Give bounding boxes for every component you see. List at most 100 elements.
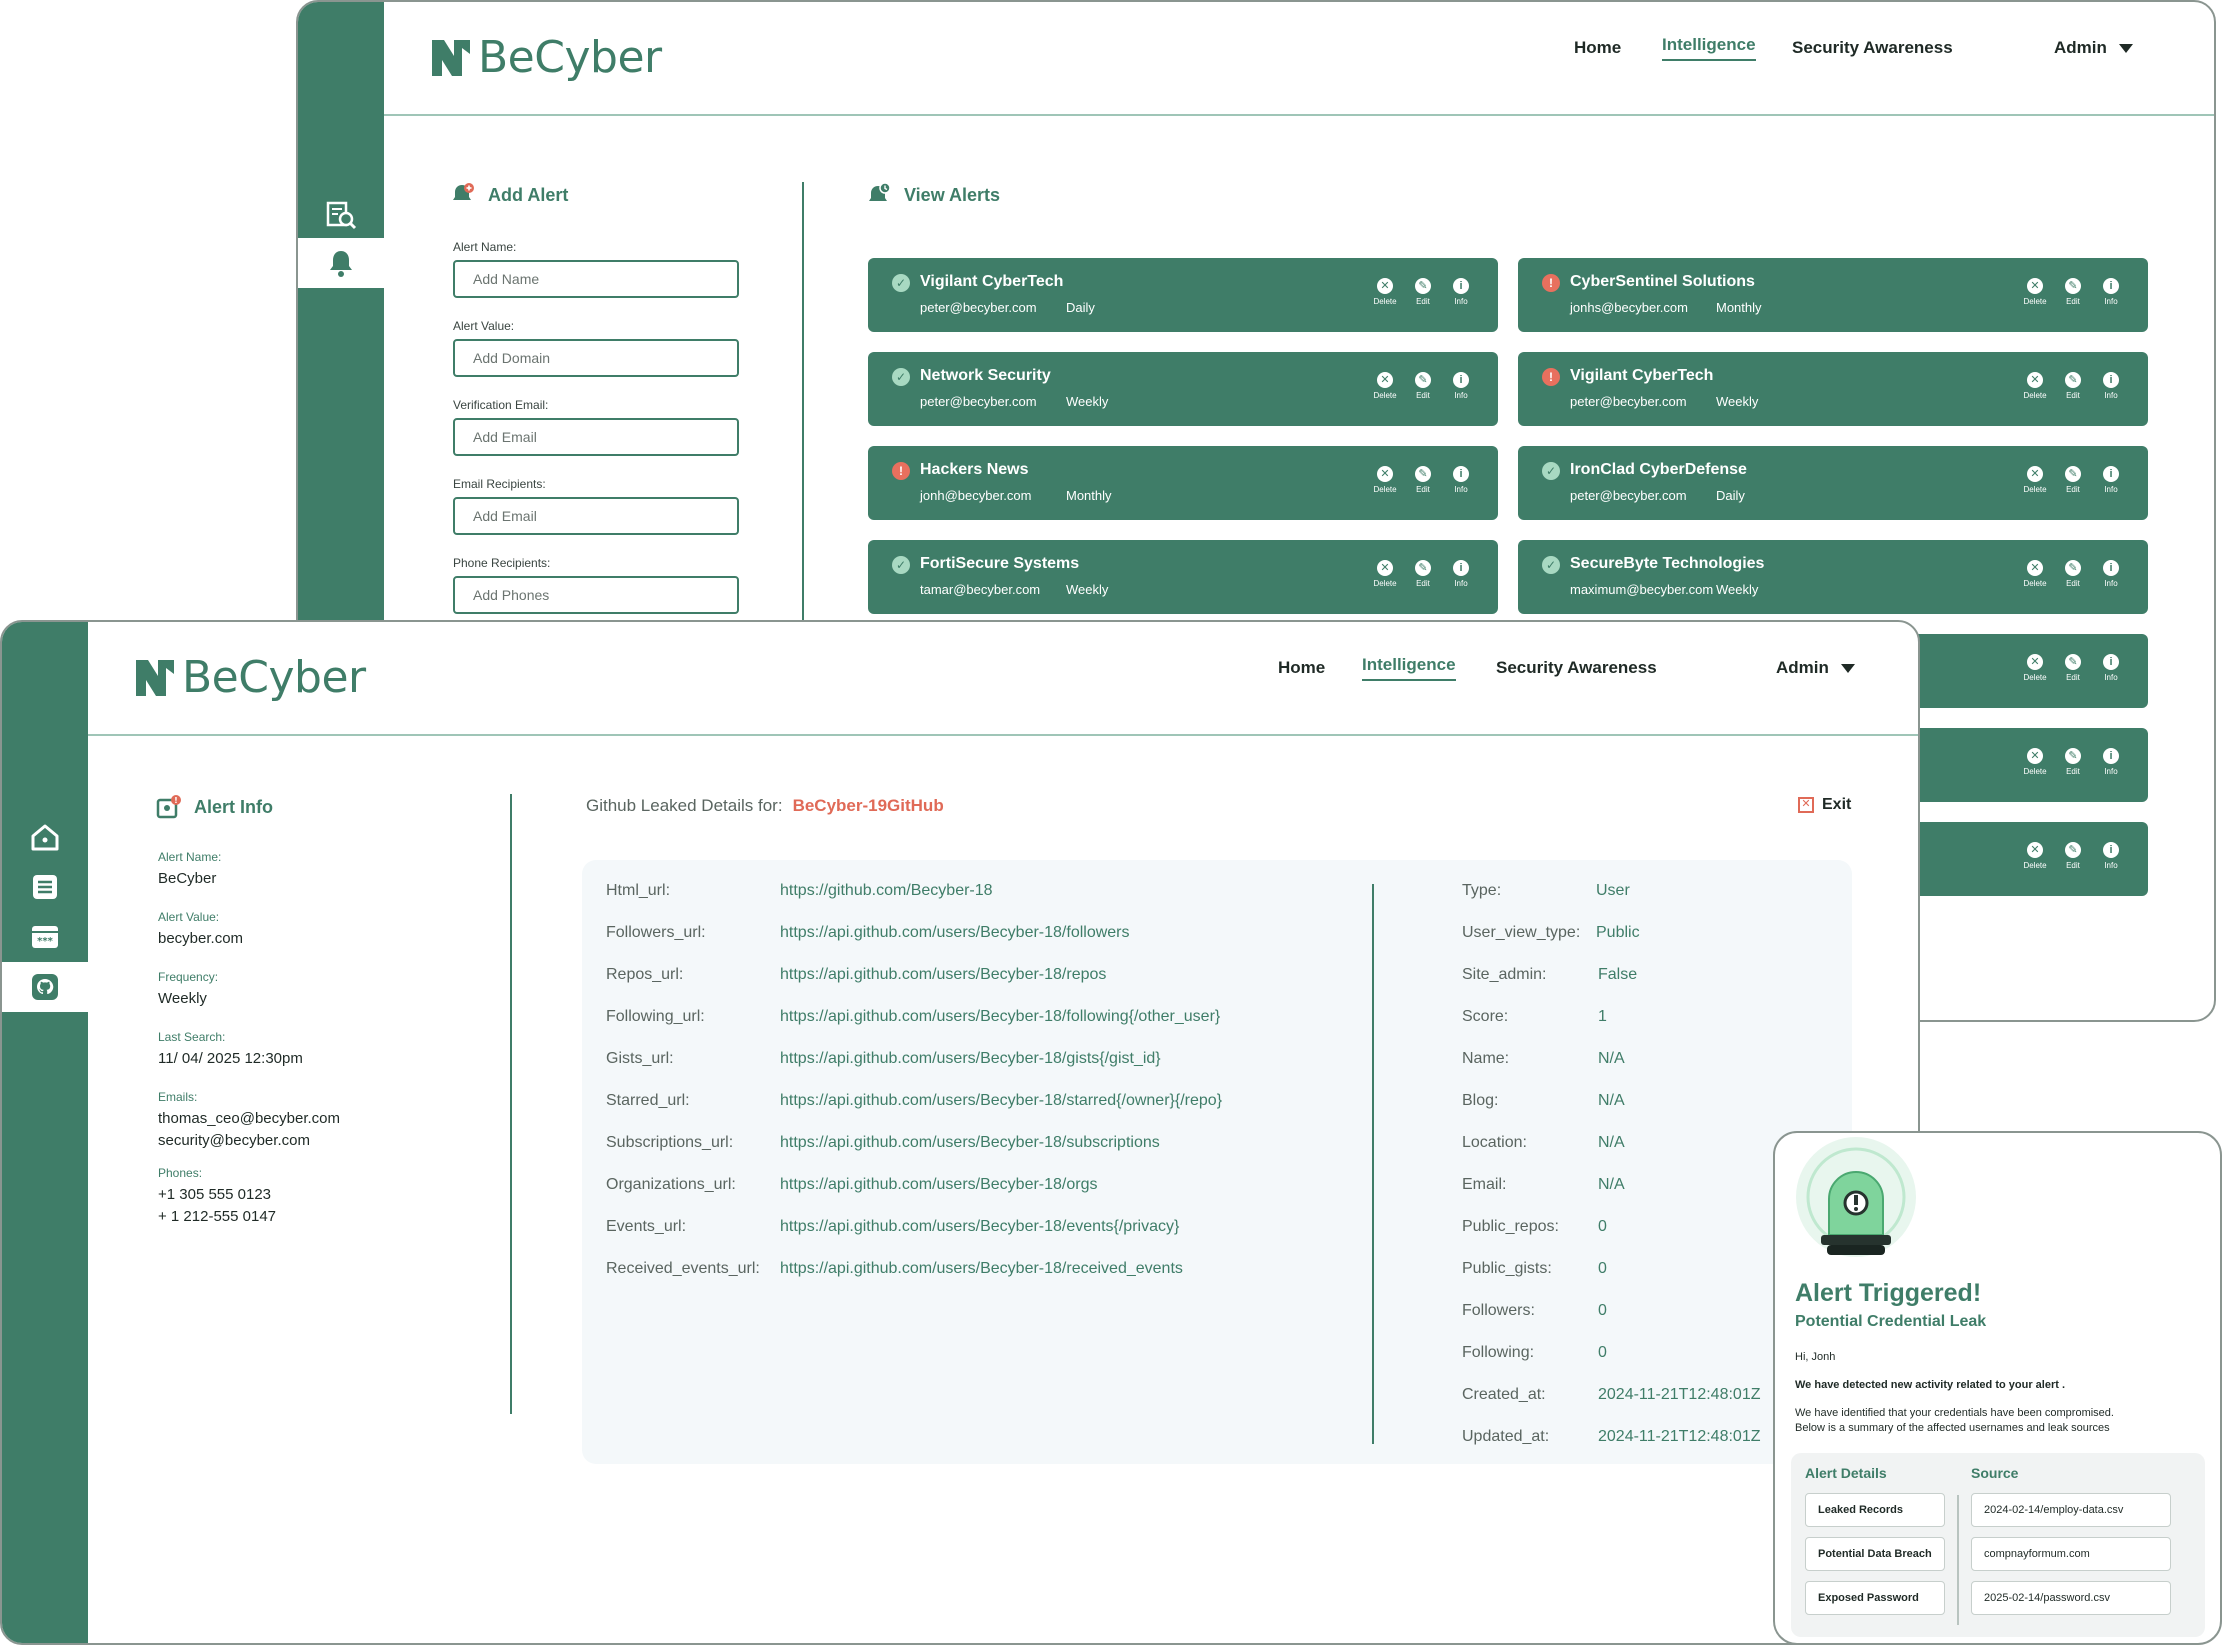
github-url-link[interactable]: https://api.github.com/users/Becyber-18/…	[780, 1008, 1220, 1026]
nav-intelligence[interactable]: Intelligence	[1662, 35, 1756, 61]
pencil-icon: ✎	[2065, 372, 2081, 388]
edit-button[interactable]: ✎ Edit	[2060, 466, 2086, 494]
alert-card[interactable]: ✓ IronClad CyberDefense peter@becyber.co…	[1518, 446, 2148, 520]
delete-button[interactable]: ✕ Delete	[1372, 466, 1398, 494]
github-url-link[interactable]: https://api.github.com/users/Becyber-18/…	[780, 1134, 1160, 1152]
verification-email-input[interactable]	[453, 418, 739, 456]
frequency-value: Weekly	[158, 990, 207, 1007]
info-button[interactable]: i Info	[1448, 278, 1474, 306]
info-button[interactable]: i Info	[2098, 842, 2124, 870]
delete-button[interactable]: ✕ Delete	[2022, 748, 2048, 776]
edit-label: Edit	[2066, 673, 2080, 682]
bell-clock-icon	[869, 182, 891, 201]
info-button[interactable]: i Info	[2098, 372, 2124, 400]
sidebar-item-passwords[interactable]: ***	[2, 912, 88, 962]
alert-card[interactable]: ! CyberSentinel Solutions jonhs@becyber.…	[1518, 258, 2148, 332]
github-url-link[interactable]: https://api.github.com/users/Becyber-18/…	[780, 1050, 1161, 1068]
delete-button[interactable]: ✕ Delete	[2022, 560, 2048, 588]
alert-card-email: peter@becyber.com	[920, 394, 1037, 409]
sidebar-item-github[interactable]	[2, 962, 88, 1012]
nav-admin-dropdown[interactable]: Admin	[1776, 658, 1855, 678]
delete-button[interactable]: ✕ Delete	[2022, 654, 2048, 682]
alert-card[interactable]: ! Hackers News jonh@becyber.com Monthly …	[868, 446, 1498, 520]
github-url-link[interactable]: https://api.github.com/users/Becyber-18/…	[780, 1260, 1183, 1278]
edit-button[interactable]: ✎ Edit	[2060, 654, 2086, 682]
nav-admin-dropdown[interactable]: Admin	[2054, 38, 2133, 58]
alert-card-actions: ✕ Delete ✎ Edit i Info	[2022, 654, 2124, 682]
info-button[interactable]: i Info	[2098, 748, 2124, 776]
sidebar-item-search[interactable]	[298, 190, 384, 240]
github-icon	[32, 974, 58, 1000]
alert-card-actions: ✕ Delete ✎ Edit i Info	[2022, 748, 2124, 776]
info-button[interactable]: i Info	[2098, 466, 2124, 494]
logo-text: BeCyber	[478, 32, 662, 83]
alert-card[interactable]: ✓ SecureByte Technologies maximum@becybe…	[1518, 540, 2148, 614]
info-button[interactable]: i Info	[1448, 560, 1474, 588]
edit-button[interactable]: ✎ Edit	[1410, 372, 1436, 400]
github-field-label: Organizations_url:	[606, 1176, 736, 1193]
source-pill: 2025-02-14/password.csv	[1971, 1581, 2171, 1615]
github-field-label: Followers_url:	[606, 924, 706, 941]
nav-home[interactable]: Home	[1278, 658, 1325, 678]
github-url-link[interactable]: https://github.com/Becyber-18	[780, 882, 993, 900]
alert-card-actions: ✕ Delete ✎ Edit i Info	[2022, 278, 2124, 306]
delete-button[interactable]: ✕ Delete	[1372, 278, 1398, 306]
sidebar-item-home[interactable]	[2, 812, 88, 862]
edit-button[interactable]: ✎ Edit	[2060, 278, 2086, 306]
github-url-link[interactable]: https://api.github.com/users/Becyber-18/…	[780, 924, 1130, 942]
github-url-link[interactable]: https://api.github.com/users/Becyber-18/…	[780, 1092, 1222, 1110]
edit-button[interactable]: ✎ Edit	[1410, 466, 1436, 494]
popup-greeting: Hi, Jonh	[1795, 1351, 1836, 1363]
nav-intelligence[interactable]: Intelligence	[1362, 655, 1456, 681]
sidebar-item-list[interactable]	[2, 862, 88, 912]
logo[interactable]: BeCyber	[136, 652, 366, 703]
info-button[interactable]: i Info	[2098, 560, 2124, 588]
alert-value-value: becyber.com	[158, 930, 244, 947]
logo[interactable]: BeCyber	[432, 32, 662, 83]
delete-button[interactable]: ✕ Delete	[2022, 842, 2048, 870]
alert-card[interactable]: ! Vigilant CyberTech peter@becyber.com W…	[1518, 352, 2148, 426]
github-url-link[interactable]: https://api.github.com/users/Becyber-18/…	[780, 1176, 1098, 1194]
github-url-link[interactable]: https://api.github.com/users/Becyber-18/…	[780, 966, 1106, 984]
top-nav-bar: BeCyber Home Intelligence Security Aware…	[88, 622, 1918, 736]
edit-button[interactable]: ✎ Edit	[2060, 560, 2086, 588]
delete-button[interactable]: ✕ Delete	[1372, 560, 1398, 588]
alert-card-name: CyberSentinel Solutions	[1570, 273, 1755, 290]
email-recipients-input[interactable]	[453, 497, 739, 535]
phone-recipients-input[interactable]	[453, 576, 739, 614]
edit-button[interactable]: ✎ Edit	[1410, 278, 1436, 306]
edit-button[interactable]: ✎ Edit	[2060, 372, 2086, 400]
nav-security-awareness[interactable]: Security Awareness	[1792, 38, 1953, 58]
alert-card[interactable]: ✓ FortiSecure Systems tamar@becyber.com …	[868, 540, 1498, 614]
info-button[interactable]: i Info	[2098, 654, 2124, 682]
github-url-link[interactable]: https://api.github.com/users/Becyber-18/…	[780, 1218, 1179, 1236]
check-circle-icon: ✓	[892, 274, 910, 292]
delete-button[interactable]: ✕ Delete	[2022, 466, 2048, 494]
logo-text: BeCyber	[182, 652, 366, 703]
exit-button[interactable]: ✕ Exit	[1798, 796, 1851, 814]
nav-home[interactable]: Home	[1574, 38, 1621, 58]
delete-button[interactable]: ✕ Delete	[2022, 372, 2048, 400]
delete-button[interactable]: ✕ Delete	[1372, 372, 1398, 400]
column-divider	[510, 794, 512, 1414]
edit-button[interactable]: ✎ Edit	[2060, 842, 2086, 870]
pencil-icon: ✎	[1415, 466, 1431, 482]
github-field-label: Location:	[1462, 1134, 1527, 1151]
edit-label: Edit	[2066, 297, 2080, 306]
edit-button[interactable]: ✎ Edit	[1410, 560, 1436, 588]
info-button[interactable]: i Info	[2098, 278, 2124, 306]
delete-label: Delete	[2023, 767, 2047, 776]
alert-value-input[interactable]	[453, 339, 739, 377]
info-icon: i	[2103, 278, 2119, 294]
check-circle-icon: ✓	[1542, 462, 1560, 480]
info-button[interactable]: i Info	[1448, 466, 1474, 494]
alert-card[interactable]: ✓ Network Security peter@becyber.com Wee…	[868, 352, 1498, 426]
sidebar-item-alerts[interactable]	[298, 238, 384, 288]
alert-name-input[interactable]	[453, 260, 739, 298]
nav-security-awareness[interactable]: Security Awareness	[1496, 658, 1657, 678]
info-button[interactable]: i Info	[1448, 372, 1474, 400]
close-circle-icon: ✕	[2027, 278, 2043, 294]
edit-button[interactable]: ✎ Edit	[2060, 748, 2086, 776]
alert-card[interactable]: ✓ Vigilant CyberTech peter@becyber.com D…	[868, 258, 1498, 332]
delete-button[interactable]: ✕ Delete	[2022, 278, 2048, 306]
